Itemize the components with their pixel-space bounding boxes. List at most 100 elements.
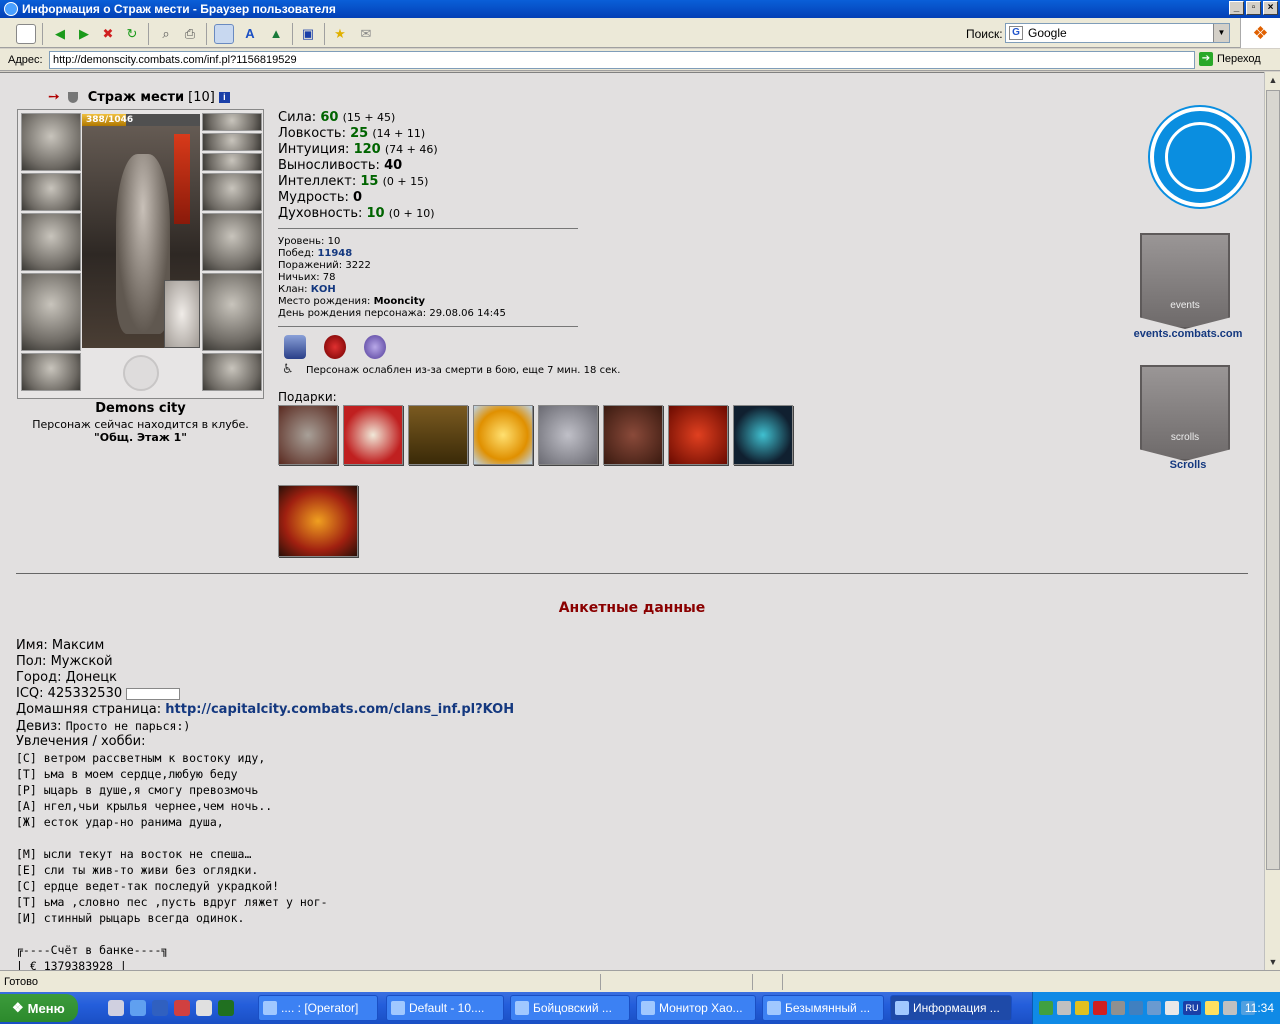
scrolls-link[interactable]: Scrolls [1126, 459, 1250, 471]
quicklaunch-icon[interactable] [174, 1000, 190, 1016]
bracers-slot[interactable] [21, 173, 81, 211]
clan-link[interactable]: КОН [311, 284, 336, 295]
combats-emblem [82, 352, 200, 394]
minimize-button[interactable]: _ [1229, 1, 1244, 15]
tray-icon[interactable] [1057, 1001, 1071, 1015]
find-icon[interactable]: ⌕ [156, 24, 176, 44]
address-input[interactable]: http://demonscity.combats.com/inf.pl?115… [49, 51, 1195, 69]
city-name: Demons city [95, 401, 186, 416]
forward-icon[interactable]: ▶ [74, 24, 94, 44]
start-logo-icon: ❖ [12, 1000, 24, 1015]
tray-icon[interactable] [1223, 1001, 1237, 1015]
favorites-star-icon[interactable]: ★ [330, 24, 350, 44]
tray-icon[interactable] [1039, 1001, 1053, 1015]
rings-slot[interactable] [202, 153, 262, 171]
scroll-thumb[interactable] [1266, 90, 1280, 870]
leggings-slot[interactable] [202, 273, 262, 351]
scroll-down-icon[interactable]: ▼ [1265, 954, 1280, 970]
gift-item[interactable] [278, 485, 358, 557]
scrolls-banner[interactable]: scrolls [1140, 365, 1230, 461]
mail-icon[interactable]: ✉ [356, 24, 376, 44]
poem-line: [Ж] есток удар-но ранима душа, [16, 815, 224, 829]
amulet-slot[interactable] [202, 133, 262, 151]
earrings-slot[interactable] [202, 113, 262, 131]
tray-icon[interactable] [1205, 1001, 1219, 1015]
vertical-scrollbar[interactable]: ▲ ▼ [1264, 72, 1280, 970]
gloves-slot[interactable] [202, 173, 262, 211]
quicklaunch-mail-icon[interactable] [196, 1000, 212, 1016]
stat-row: Сила: 60 (15 + 45) [278, 110, 396, 125]
gift-item[interactable] [278, 405, 338, 465]
save-icon[interactable]: ▣ [298, 24, 318, 44]
tray-shield-icon[interactable] [1075, 1001, 1089, 1015]
align-badge-icon[interactable] [324, 335, 346, 359]
task-monitor[interactable]: Монитор Хао... [636, 995, 756, 1021]
owl-pet-image[interactable] [164, 280, 200, 348]
tray-icon[interactable] [1129, 1001, 1143, 1015]
task-combats[interactable]: Бойцовский ... [510, 995, 630, 1021]
gift-item[interactable] [343, 405, 403, 465]
gift-item[interactable] [668, 405, 728, 465]
quicklaunch-icon[interactable] [108, 1000, 124, 1016]
character-level: [10] [188, 89, 215, 105]
start-button[interactable]: ❖ Меню [0, 994, 78, 1022]
weapon-right-slot[interactable] [202, 213, 262, 271]
poem-line: | € 1379383928 | [16, 959, 127, 970]
quicklaunch-desktop-icon[interactable] [152, 1000, 168, 1016]
new-page-icon[interactable] [16, 24, 36, 44]
gift-item[interactable] [733, 405, 793, 465]
gift-item[interactable] [603, 405, 663, 465]
task-info-active[interactable]: Информация ... [890, 995, 1012, 1021]
scroll-up-icon[interactable]: ▲ [1265, 72, 1280, 88]
task-default[interactable]: Default - 10.... [386, 995, 504, 1021]
search-engine-select[interactable]: G Google ▼ [1005, 23, 1230, 43]
task-untitled[interactable]: Безымянный ... [762, 995, 884, 1021]
user-circle-logo[interactable] [1150, 107, 1250, 207]
close-button[interactable]: × [1263, 1, 1278, 15]
tray-icon[interactable] [1111, 1001, 1125, 1015]
stop-icon[interactable]: ✖ [98, 24, 118, 44]
translate-icon[interactable]: ▲ [266, 24, 286, 44]
poem-line: [Е] сли ты жив-то живи без оглядки. [16, 863, 259, 877]
task-operator[interactable]: .... : [Operator] [258, 995, 378, 1021]
language-indicator[interactable]: RU [1183, 1001, 1201, 1015]
stat-row: Духовность: 10 (0 + 10) [278, 206, 435, 221]
weakness-text: Персонаж ослаблен из-за смерти в бою, ещ… [306, 364, 621, 376]
belt-slot[interactable] [21, 353, 81, 391]
images-icon[interactable] [214, 24, 234, 44]
gift-item[interactable] [538, 405, 598, 465]
helmet-slot[interactable] [21, 113, 81, 171]
character-title: ➙ Страж мести [10] i [48, 89, 230, 105]
go-label: Переход [1217, 53, 1261, 65]
icq-status-icon [126, 687, 181, 700]
go-button[interactable]: ➔ Переход [1199, 52, 1261, 66]
poem-line: [Р] ыцарь в душе,я смогу превозмочь [16, 783, 259, 797]
search-engine-value: Google [1028, 26, 1067, 40]
events-banner[interactable]: events [1140, 233, 1230, 329]
info-icon[interactable]: i [218, 91, 230, 103]
gift-item[interactable] [473, 405, 533, 465]
maximize-button[interactable]: ▫ [1246, 1, 1261, 15]
gift-item[interactable] [408, 405, 468, 465]
armor-slot[interactable] [21, 273, 81, 351]
tray-icon[interactable] [1093, 1001, 1107, 1015]
events-link[interactable]: events.combats.com [1126, 328, 1250, 340]
quicklaunch-ie-icon[interactable] [130, 1000, 146, 1016]
boots-slot[interactable] [202, 353, 262, 391]
clan-badge-icon[interactable] [284, 335, 306, 359]
homepage-link[interactable]: http://capitalcity.combats.com/clans_inf… [165, 702, 514, 717]
back-icon[interactable]: ◀ [50, 24, 70, 44]
font-size-icon[interactable]: A [240, 24, 260, 44]
poem-line: ╔----Счёт в банке----╗ [16, 943, 169, 957]
poem-line: [М] ысли текут на восток не спеша… [16, 847, 252, 861]
chevron-down-icon[interactable]: ▼ [1213, 24, 1229, 42]
quicklaunch-icon[interactable] [218, 1000, 234, 1016]
tray-icon[interactable] [1165, 1001, 1179, 1015]
profile-title: Анкетные данные [558, 600, 706, 616]
private-message-arrow-icon[interactable]: ➙ [48, 89, 60, 105]
effect-badge-icon[interactable] [364, 335, 386, 359]
print-icon[interactable]: ⎙ [180, 24, 200, 44]
tray-icon[interactable] [1147, 1001, 1161, 1015]
weapon-left-slot[interactable] [21, 213, 81, 271]
refresh-icon[interactable]: ↻ [122, 24, 142, 44]
